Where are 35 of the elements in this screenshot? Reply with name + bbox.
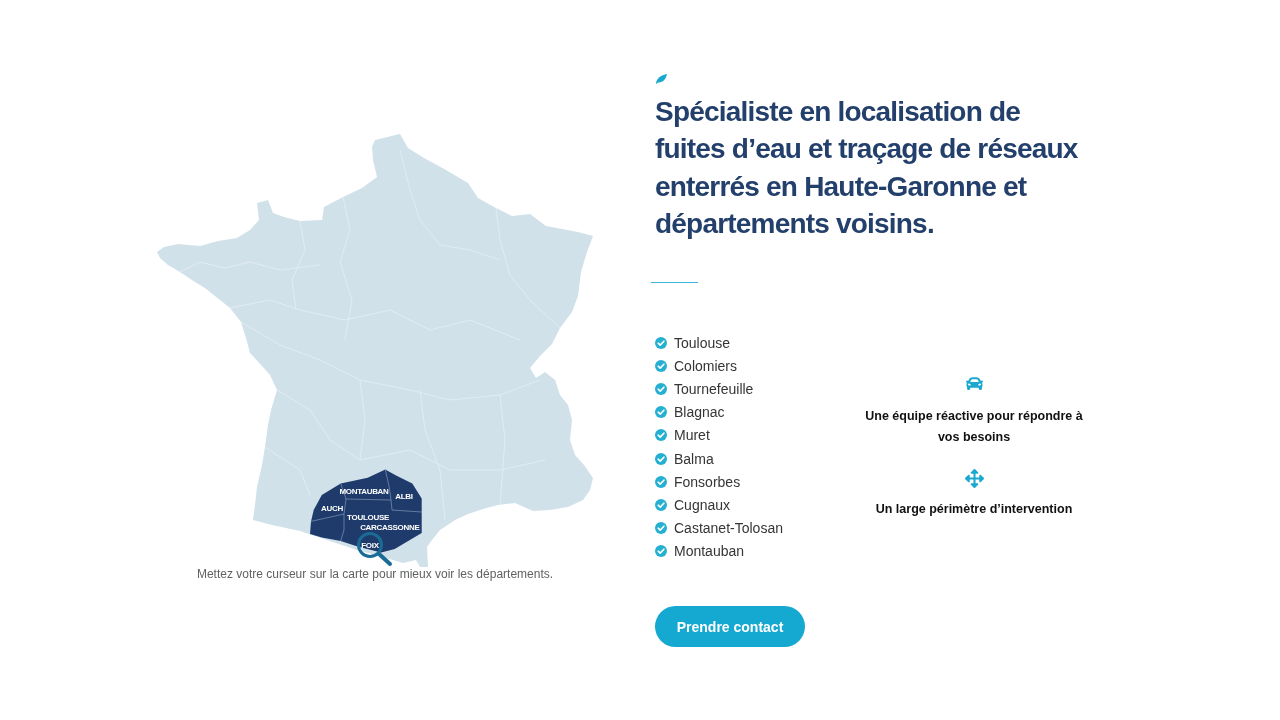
city-name: Fonsorbes: [674, 473, 741, 490]
city-name: Colomiers: [674, 358, 737, 375]
city-name: Blagnac: [674, 404, 725, 421]
department-label: MONTAUBAN: [339, 487, 389, 496]
check-circle-icon: [655, 429, 667, 442]
feature-text: Une équipe réactive pour répondre à vos besoins: [864, 407, 1084, 446]
city-name: Montauban: [674, 542, 745, 559]
check-circle-icon: [655, 337, 667, 350]
department-label: FOIX: [361, 541, 379, 550]
city-name: Toulouse: [674, 335, 731, 352]
check-circle-icon: [655, 383, 667, 396]
check-circle-icon: [655, 406, 667, 419]
department-label: TOULOUSE: [347, 513, 389, 522]
city-name: Tournefeuille: [674, 381, 754, 398]
city-name: Castanet-Tolosan: [674, 519, 783, 536]
city-name: Cugnaux: [674, 496, 731, 513]
check-circle-icon: [655, 475, 667, 488]
department-label: AUCH: [321, 504, 343, 513]
four-arrows-icon: [964, 468, 984, 488]
department-label: CARCASSONNE: [360, 522, 420, 532]
city-name: Muret: [674, 427, 710, 444]
map-caption: Mettez votre curseur sur la carte pour mieux voir les départements.: [196, 567, 554, 581]
check-circle-icon: [655, 452, 667, 465]
feature-text: Un large périmètre d’intervention: [875, 500, 1073, 518]
leaf-icon: [655, 73, 667, 84]
section-heading: Spécialiste en localisation de fuites d’eau et traçage de réseaux enterrés en Haute-Garonne et départements voisins.: [655, 94, 1079, 242]
check-circle-icon: [655, 498, 667, 511]
check-circle-icon: [655, 544, 667, 557]
car-icon: [965, 374, 983, 392]
contact-button[interactable]: Prendre contact: [655, 606, 805, 648]
check-circle-icon: [655, 360, 667, 373]
check-circle-icon: [655, 521, 667, 534]
search-icon: [357, 532, 392, 566]
department-label: ALBI: [395, 492, 413, 501]
city-name: Balma: [674, 450, 714, 467]
